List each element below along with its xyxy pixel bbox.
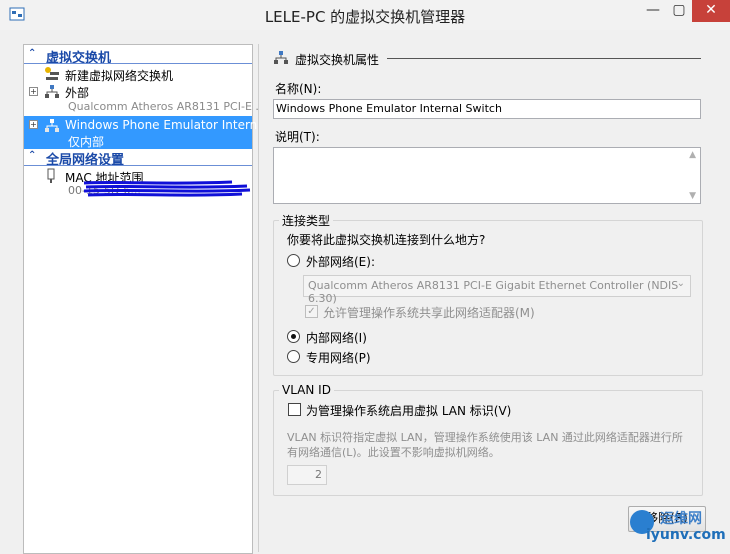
name-label: 名称(N):: [275, 82, 322, 96]
properties-pane: 虚拟交换机属性 名称(N): Windows Phone Emulator In…: [258, 44, 713, 552]
internal-network-radio[interactable]: [287, 330, 300, 343]
close-button[interactable]: ✕: [692, 0, 730, 22]
notes-label: 说明(T):: [275, 130, 320, 144]
private-network-label: 专用网络(P): [306, 351, 371, 365]
notes-field[interactable]: ▲ ▼: [273, 147, 701, 204]
network-switch-icon: [45, 119, 59, 132]
watermark-line2: iyunv.com: [646, 527, 726, 543]
divider: [24, 63, 252, 64]
switch-item-selected[interactable]: + Windows Phone Emulator Internal ... 仅内…: [24, 116, 283, 149]
mac-address-icon: [47, 168, 55, 183]
network-switch-icon: [274, 51, 288, 64]
chevron-down-icon: ⌄: [676, 278, 685, 289]
network-switch-icon: [45, 85, 59, 98]
vlan-id-input[interactable]: 2: [287, 465, 327, 485]
private-network-radio[interactable]: [287, 350, 300, 363]
collapse-chevron-icon[interactable]: ⌃: [28, 48, 36, 59]
new-switch-label: 新建虚拟网络交换机: [65, 69, 174, 83]
scroll-up-icon[interactable]: ▲: [689, 150, 696, 160]
vlan-description: VLAN 标识符指定虚拟 LAN，管理操作系统使用该 LAN 通过此网络适配器进…: [287, 431, 683, 459]
expand-icon[interactable]: +: [29, 120, 38, 129]
redaction-scribble: [83, 180, 251, 197]
title-bar: LELE-PC 的虚拟交换机管理器 — ▢ ✕: [0, 0, 730, 30]
new-switch-icon: [45, 67, 59, 80]
switch-type-label: 仅内部: [68, 135, 105, 149]
section-global-network[interactable]: ⌃ 全局网络设置: [24, 149, 252, 168]
adapter-label: Qualcomm Atheros AR8131 PCI-E ...: [68, 100, 266, 113]
name-field[interactable]: Windows Phone Emulator Internal Switch: [273, 99, 701, 119]
section-virtual-switches[interactable]: ⌃ 虚拟交换机: [24, 47, 252, 66]
adapter-select[interactable]: Qualcomm Atheros AR8131 PCI-E Gigabit Et…: [303, 275, 691, 305]
watermark-line1: 运维网: [660, 511, 702, 527]
minimize-button[interactable]: —: [640, 0, 666, 22]
collapse-chevron-icon[interactable]: ⌃: [28, 150, 36, 161]
vlan-enable-checkbox[interactable]: [288, 403, 301, 416]
watermark: 运维网 iyunv.com: [630, 508, 730, 552]
external-network-radio[interactable]: [287, 254, 300, 267]
internal-network-label: 内部网络(I): [306, 331, 367, 345]
expand-icon[interactable]: +: [29, 87, 38, 96]
allow-share-label: 允许管理操作系统共享此网络适配器(M): [323, 306, 535, 320]
maximize-button[interactable]: ▢: [666, 0, 692, 22]
vlan-title: VLAN ID: [279, 383, 334, 397]
scroll-down-icon[interactable]: ▼: [689, 191, 696, 201]
new-switch-item[interactable]: 新建虚拟网络交换机: [24, 65, 252, 83]
window-title: LELE-PC 的虚拟交换机管理器: [264, 8, 466, 26]
allow-share-checkbox[interactable]: ✓: [305, 305, 318, 318]
switch-label: Windows Phone Emulator Internal ...: [65, 118, 284, 132]
switch-item-external[interactable]: + 外部 Qualcomm Atheros AR8131 PCI-E ...: [24, 83, 266, 115]
divider: [387, 58, 701, 59]
external-network-label: 外部网络(E):: [306, 255, 375, 269]
connection-type-title: 连接类型: [279, 212, 334, 229]
divider: [24, 165, 252, 166]
properties-title: 虚拟交换机属性: [295, 53, 380, 67]
connection-question: 你要将此虚拟交换机连接到什么地方?: [287, 233, 486, 247]
vlan-enable-label: 为管理操作系统启用虚拟 LAN 标识(V): [306, 404, 512, 418]
switch-label: 外部: [65, 86, 90, 100]
switch-tree: ⌃ 虚拟交换机 新建虚拟网络交换机 + 外部 Qualcomm Atheros …: [23, 44, 283, 554]
